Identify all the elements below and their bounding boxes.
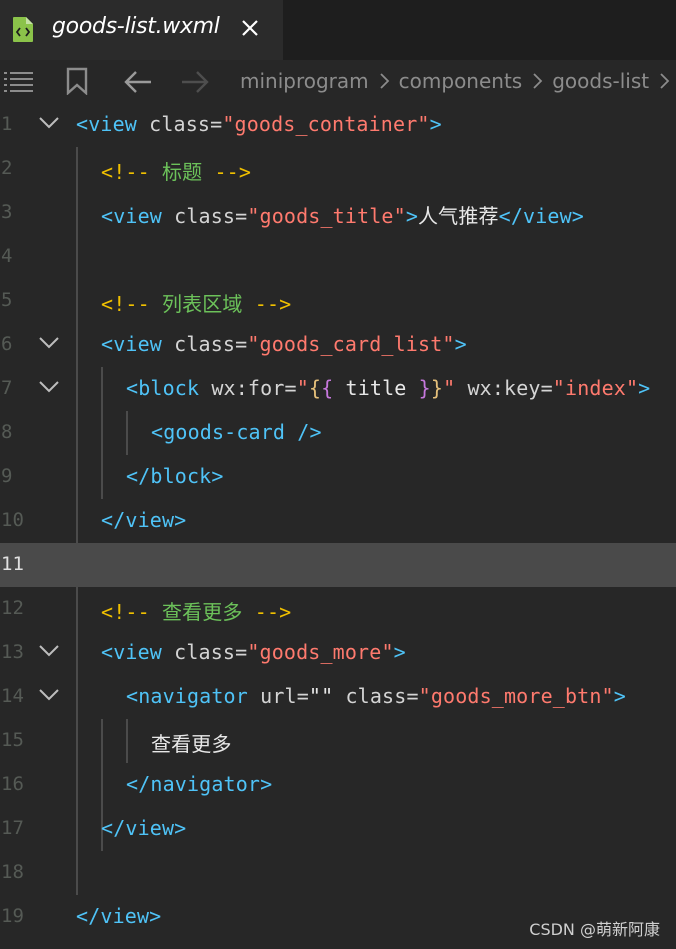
tab-bar: goods-list.wxml [0,0,676,60]
current-line-highlight[interactable]: 11 [0,543,676,587]
line-number: 3 [1,201,13,223]
chevron-right-icon [533,73,543,89]
outline-list-icon[interactable] [4,70,34,94]
line-number: 17 [1,817,24,839]
wxml-file-icon [13,17,33,42]
code-line[interactable]: 2 <!-- 标题 --> [0,147,676,191]
editor-tab[interactable]: goods-list.wxml [0,0,283,60]
code-line[interactable]: 12 <!-- 查看更多 --> [0,587,676,631]
line-number: 1 [1,113,13,135]
line-number: 6 [1,333,13,355]
editor-toolbar: miniprogram components goods-list [0,60,676,104]
code-text: <view class="goods_more"> [101,640,406,664]
code-text: </view> [101,508,187,532]
code-line[interactable]: 16 </navigator> [0,763,676,807]
code-text: <view class="goods_container"> [76,112,442,136]
code-line[interactable]: 17 </view> [0,807,676,851]
code-text: <goods-card /> [151,420,322,444]
chevron-right-icon [380,73,389,89]
line-number: 15 [1,729,24,751]
line-number: 2 [1,157,13,179]
fold-chevron-icon[interactable] [38,116,60,130]
code-line[interactable]: 9 </block> [0,455,676,499]
fold-chevron-icon[interactable] [38,336,60,350]
breadcrumb-item-miniprogram[interactable]: miniprogram [240,69,369,93]
line-number: 12 [1,597,24,619]
fold-chevron-icon[interactable] [38,644,60,658]
chevron-right-icon [660,73,670,89]
code-editor[interactable]: 1 <view class="goods_container"> 2 <!-- … [0,103,676,949]
code-text: <view class="goods_title">人气推荐</view> [101,204,584,228]
code-text: <navigator url="" class="goods_more_btn"… [126,684,626,708]
tab-title: goods-list.wxml [52,14,220,39]
line-number: 11 [1,553,24,575]
line-number: 13 [1,641,24,663]
code-line[interactable]: 7 <block wx:for="{{ title }}" wx:key="in… [0,367,676,411]
code-line[interactable]: 4 [0,235,676,279]
line-number: 19 [1,905,24,927]
code-comment: <!-- 查看更多 --> [101,600,292,624]
code-text: </view> [101,816,187,840]
code-line[interactable]: 13 <view class="goods_more"> [0,631,676,675]
code-line[interactable]: 3 <view class="goods_title">人气推荐</view> [0,191,676,235]
code-comment: <!-- 列表区域 --> [101,292,292,316]
line-number: 18 [1,861,24,883]
code-text: </block> [126,464,224,488]
code-text: 查看更多 [151,732,232,756]
code-text: </navigator> [126,772,273,796]
line-number: 8 [1,421,13,443]
code-comment: <!-- 标题 --> [101,160,252,184]
bookmark-icon[interactable] [66,67,88,95]
code-line[interactable]: 10 </view> [0,499,676,543]
code-text: <view class="goods_card_list"> [101,332,467,356]
line-number: 4 [1,245,13,267]
fold-chevron-icon[interactable] [38,380,60,394]
code-line[interactable]: 1 <view class="goods_container"> [0,103,676,147]
code-text: </view> [76,904,162,928]
fold-chevron-icon[interactable] [38,688,60,702]
line-number: 7 [1,377,13,399]
code-line[interactable]: 15 查看更多 [0,719,676,763]
breadcrumb: miniprogram components goods-list [240,69,676,93]
breadcrumb-item-components[interactable]: components [399,69,523,93]
line-number: 5 [1,289,13,311]
back-arrow-icon[interactable] [123,69,153,95]
code-line[interactable]: 5 <!-- 列表区域 --> [0,279,676,323]
code-line[interactable]: 14 <navigator url="" class="goods_more_b… [0,675,676,719]
watermark: CSDN @萌新阿康 [529,920,660,939]
line-number: 16 [1,773,24,795]
forward-arrow-icon[interactable] [180,69,210,95]
code-text: <block wx:for="{{ title }}" wx:key="inde… [126,376,651,400]
breadcrumb-item-goods-list[interactable]: goods-list [552,69,649,93]
code-line[interactable]: 18 [0,851,676,895]
code-line[interactable]: 8 <goods-card /> [0,411,676,455]
line-number: 10 [1,509,24,531]
close-icon[interactable] [238,16,262,40]
line-number: 14 [1,685,24,707]
code-line[interactable]: 6 <view class="goods_card_list"> [0,323,676,367]
line-number: 9 [1,465,13,487]
